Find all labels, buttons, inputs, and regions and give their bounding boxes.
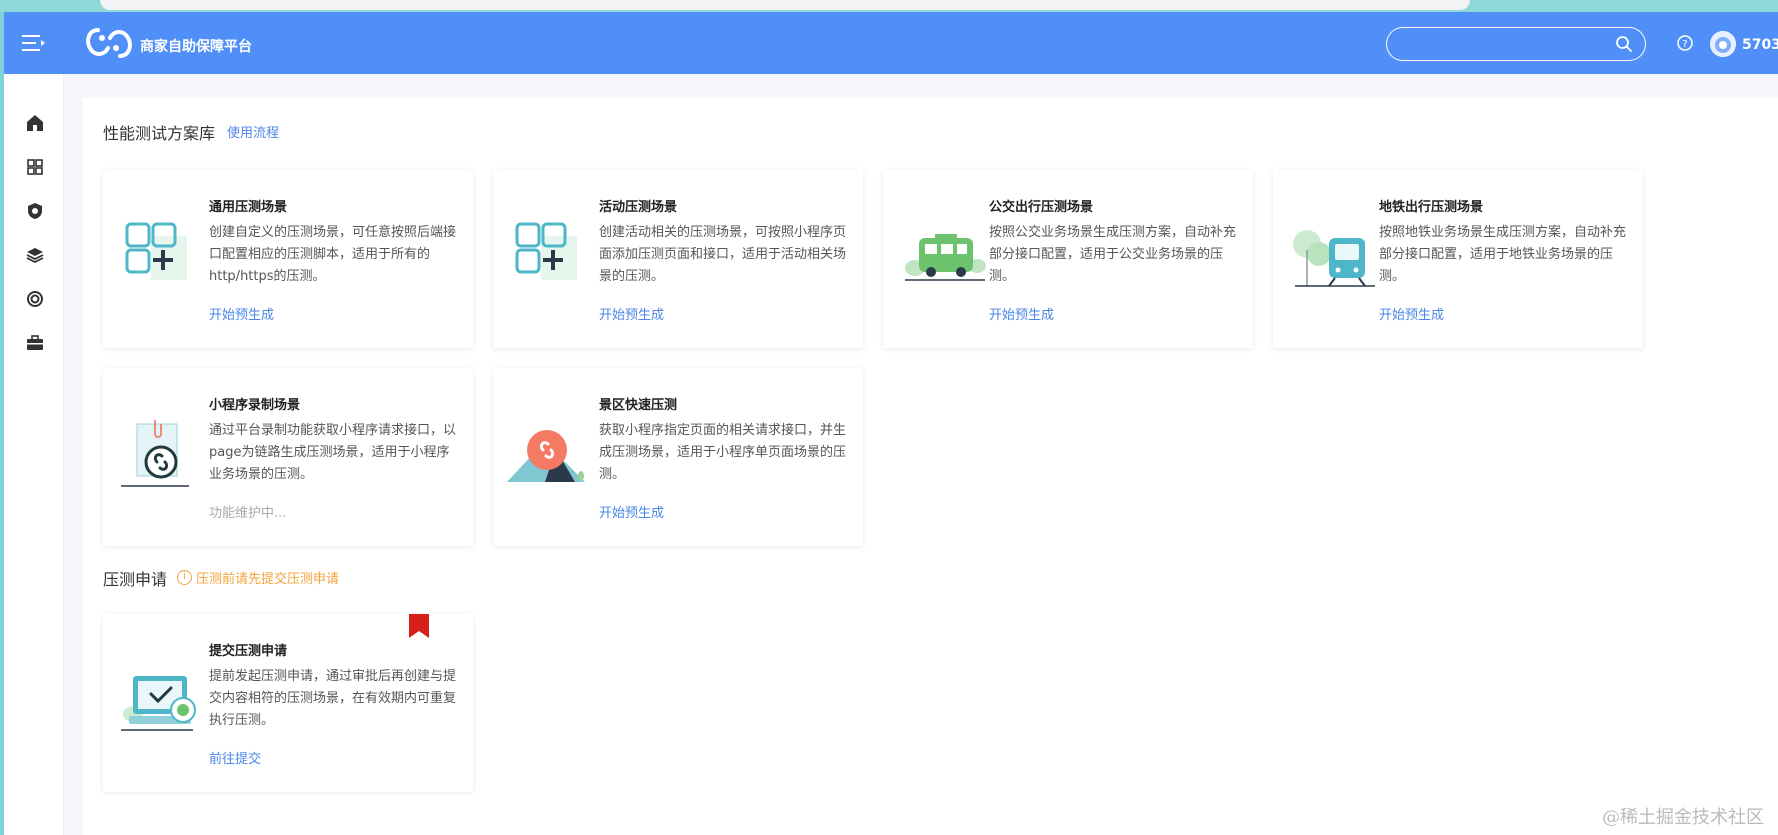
home-icon: [24, 115, 46, 138]
shield-icon: [24, 203, 46, 226]
scenic-mountain-icon: [505, 418, 593, 498]
card-description: 创建活动相关的压测场景，可按照小程序页面添加压测页面和接口，适用于活动相关场景的…: [599, 225, 847, 284]
library-section-title: 性能测试方案库: [103, 124, 216, 143]
monitor-check-icon: [121, 672, 209, 752]
sidebar-item-security[interactable]: [24, 200, 46, 222]
browser-address-bar[interactable]: [100, 0, 1470, 10]
browser-tab-strip: [0, 0, 1778, 12]
card-title: 通用压测场景: [209, 200, 288, 215]
sidebar-item-tools[interactable]: [24, 332, 46, 354]
apply-section-title: 压测申请: [103, 570, 168, 589]
card-title: 公交出行压测场景: [989, 200, 1094, 215]
target-icon: [24, 291, 46, 314]
metro-train-icon: [1291, 220, 1379, 300]
briefcase-icon: [24, 335, 46, 358]
card-description: 提前发起压测申请，通过审批后再创建与提交内容相符的压测场景，在有效期内可重复执行…: [209, 669, 457, 728]
usage-flow-link[interactable]: 使用流程: [227, 122, 279, 141]
card-title: 景区快速压测: [599, 398, 678, 413]
card-description: 按照公交业务场景生成压测方案，自动补充部分接口配置，适用于公交业务场景的压测。: [989, 225, 1237, 284]
start-generate-link[interactable]: 开始预生成: [599, 502, 664, 521]
card-title: 提交压测申请: [209, 644, 288, 659]
bus-icon: [901, 220, 989, 300]
card-title: 小程序录制场景: [209, 398, 301, 413]
card-submit-application[interactable]: 提交压测申请 提前发起压测申请，通过审批后再创建与提交内容相符的压测场景，在有效…: [103, 614, 473, 792]
app-window: 商家自助保障平台 ? 57033: [4, 12, 1778, 835]
platform-logo-icon: [84, 26, 134, 60]
search-icon[interactable]: [1615, 35, 1633, 53]
avatar[interactable]: [1710, 31, 1736, 57]
card-general-scenario[interactable]: 通用压测场景 创建自定义的压测场景，可任意按照后端接口配置相应的压测脚本，适用于…: [103, 170, 473, 348]
start-generate-link[interactable]: 开始预生成: [209, 304, 274, 323]
maintenance-status: 功能维护中...: [209, 506, 287, 521]
search-input[interactable]: [1401, 34, 1601, 54]
layers-icon: [24, 248, 46, 270]
sidebar-item-layers[interactable]: [24, 244, 46, 266]
general-scenario-icon: [121, 220, 209, 300]
grid-icon: [24, 159, 46, 182]
bookmark-icon: [409, 614, 429, 638]
card-metro-scenario[interactable]: 地铁出行压测场景 按照地铁业务场景生成压测方案，自动补充部分接口配置，适用于地铁…: [1273, 170, 1643, 348]
main-content: 性能测试方案库 使用流程 通用压测场景 创建自定义的压测场景，可任意按照后端接口…: [83, 98, 1778, 835]
go-submit-link[interactable]: 前往提交: [209, 748, 261, 767]
apply-warning-note: i 压测前请先提交压测申请: [177, 568, 339, 587]
info-icon: i: [177, 570, 192, 585]
help-icon[interactable]: ?: [1676, 34, 1694, 52]
sidebar-item-target[interactable]: [24, 288, 46, 310]
app-title: 商家自助保障平台: [140, 39, 252, 55]
sidebar-item-home[interactable]: [24, 112, 46, 134]
card-miniprogram-recording[interactable]: 小程序录制场景 通过平台录制功能获取小程序请求接口，以page为链路生成压测场景…: [103, 368, 473, 546]
card-description: 按照地铁业务场景生成压测方案，自动补充部分接口配置，适用于地铁业务场景的压测。: [1379, 225, 1627, 284]
card-title: 活动压测场景: [599, 200, 678, 215]
card-description: 通过平台录制功能获取小程序请求接口，以page为链路生成压测场景，适用于小程序业…: [209, 423, 457, 482]
start-generate-link[interactable]: 开始预生成: [989, 304, 1054, 323]
start-generate-link[interactable]: 开始预生成: [1379, 304, 1444, 323]
card-bus-scenario[interactable]: 公交出行压测场景 按照公交业务场景生成压测方案，自动补充部分接口配置，适用于公交…: [883, 170, 1253, 348]
apply-warning-text: 压测前请先提交压测申请: [196, 572, 340, 587]
activity-scenario-icon: [511, 220, 599, 300]
recording-document-icon: [121, 418, 209, 498]
card-activity-scenario[interactable]: 活动压测场景 创建活动相关的压测场景，可按照小程序页面添加压测页面和接口，适用于…: [493, 170, 863, 348]
card-title: 地铁出行压测场景: [1379, 200, 1484, 215]
card-description: 获取小程序指定页面的相关请求接口，并生成压测场景，适用于小程序单页面场景的压测。: [599, 423, 847, 482]
svg-text:?: ?: [1682, 39, 1687, 50]
header-search[interactable]: [1386, 27, 1646, 61]
user-name[interactable]: 57033: [1742, 37, 1778, 53]
watermark: @稀土掘金技术社区: [1602, 807, 1764, 828]
sidebar-item-apps[interactable]: [24, 156, 46, 178]
card-description: 创建自定义的压测场景，可任意按照后端接口配置相应的压测脚本，适用于所有的http…: [209, 225, 457, 284]
start-generate-link[interactable]: 开始预生成: [599, 304, 664, 323]
sidebar: [4, 74, 64, 835]
menu-toggle-icon[interactable]: [22, 34, 46, 52]
top-header: 商家自助保障平台 ? 57033: [4, 12, 1778, 74]
card-scenic-quick-test[interactable]: 景区快速压测 获取小程序指定页面的相关请求接口，并生成压测场景，适用于小程序单页…: [493, 368, 863, 546]
